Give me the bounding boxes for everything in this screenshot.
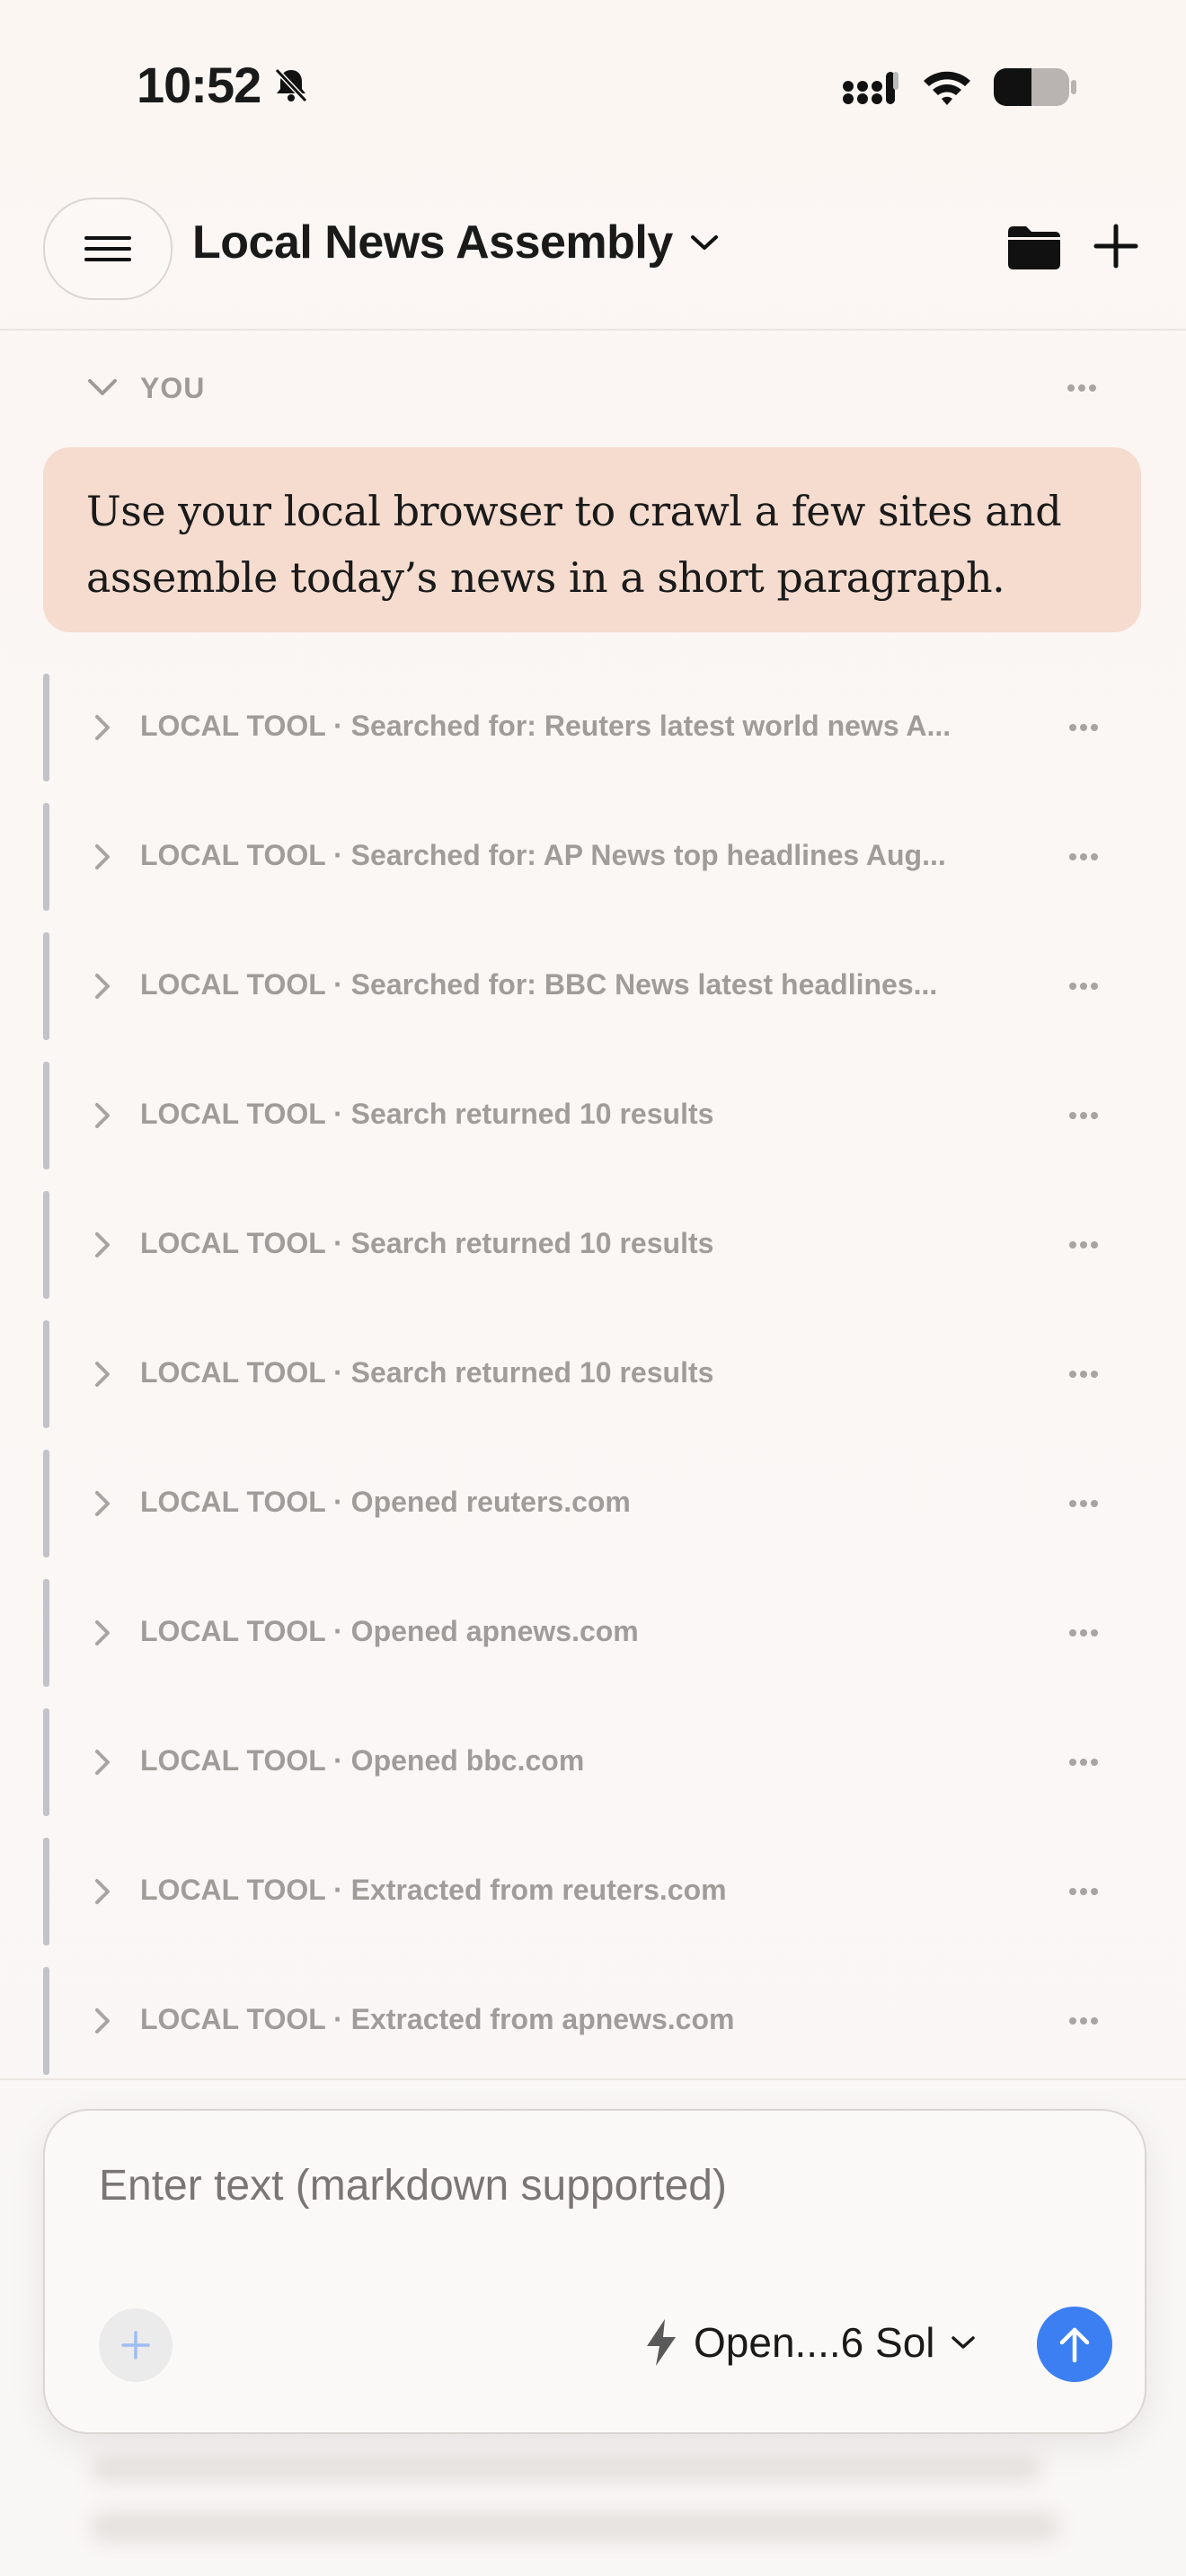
chevron-down-icon <box>951 2336 975 2349</box>
tool-call-row[interactable]: LOCAL TOOL · Search returned 10 results <box>0 1062 1186 1169</box>
tool-call-row[interactable]: LOCAL TOOL · Extracted from apnews.com <box>0 1967 1186 2075</box>
tool-row-indicator <box>43 1967 49 2075</box>
tool-call-row[interactable]: LOCAL TOOL · Searched for: BBC News late… <box>0 932 1186 1040</box>
tool-row-indicator <box>43 1450 49 1557</box>
author-label: YOU <box>140 372 206 404</box>
hamburger-icon <box>84 236 131 261</box>
tool-row-indicator <box>43 1062 49 1169</box>
message-input[interactable]: Enter text (markdown supported) <box>99 2161 727 2210</box>
more-dots-icon[interactable] <box>1067 1110 1100 1121</box>
tool-call-row[interactable]: LOCAL TOOL · Opened reuters.com <box>0 1450 1186 1557</box>
page-title: Local News Assembly <box>192 216 673 269</box>
more-dots-icon[interactable] <box>1067 851 1100 862</box>
chevron-right-icon <box>95 1620 110 1645</box>
divider <box>0 2078 1186 2080</box>
blurred-background-content <box>0 2443 1186 2576</box>
tool-row-indicator <box>43 674 49 781</box>
tool-call-label: LOCAL TOOL · Searched for: Reuters lates… <box>140 710 951 742</box>
more-dots-icon[interactable] <box>1067 2016 1100 2026</box>
chevron-right-icon <box>95 844 110 869</box>
tool-call-label: LOCAL TOOL · Opened bbc.com <box>140 1744 585 1777</box>
model-label: Open....6 Sol <box>694 2319 935 2366</box>
menu-button[interactable] <box>43 198 173 300</box>
lightning-icon <box>647 2319 676 2366</box>
tool-call-label: LOCAL TOOL · Searched for: BBC News late… <box>140 968 938 1001</box>
more-dots-icon[interactable] <box>1067 1886 1100 1897</box>
tool-call-label: LOCAL TOOL · Opened reuters.com <box>140 1486 631 1518</box>
status-time: 10:52 <box>137 57 261 113</box>
chevron-right-icon <box>95 974 110 999</box>
arrow-up-icon <box>1059 2327 1090 2363</box>
plus-icon <box>121 2331 150 2360</box>
tool-call-row[interactable]: LOCAL TOOL · Search returned 10 results <box>0 1320 1186 1428</box>
user-message-text: Use your local browser to crawl a few si… <box>86 478 1098 611</box>
model-selector[interactable]: Open....6 Sol <box>643 2317 977 2368</box>
tool-row-indicator <box>43 1579 49 1687</box>
tool-call-row[interactable]: LOCAL TOOL · Search returned 10 results <box>0 1191 1186 1299</box>
tool-row-indicator <box>43 1320 49 1428</box>
blurred-text-line <box>90 2452 1042 2483</box>
chevron-right-icon <box>95 1103 110 1128</box>
wifi-icon <box>924 71 970 105</box>
message-author-row[interactable]: YOU <box>0 361 1186 415</box>
battery-icon <box>994 68 1076 106</box>
more-dots-icon[interactable] <box>1067 1239 1100 1250</box>
tool-call-row[interactable]: LOCAL TOOL · Searched for: Reuters lates… <box>0 674 1186 781</box>
chevron-right-icon <box>95 1750 110 1775</box>
tool-row-indicator <box>43 1191 49 1299</box>
tool-row-indicator <box>43 803 49 911</box>
cellular-signal-icon <box>843 72 898 104</box>
tool-row-indicator <box>43 1838 49 1945</box>
tool-call-label: LOCAL TOOL · Extracted from reuters.com <box>140 1874 727 1906</box>
attach-button[interactable] <box>99 2308 173 2382</box>
more-dots-icon[interactable] <box>1066 383 1098 393</box>
user-message-bubble: Use your local browser to crawl a few si… <box>43 447 1141 632</box>
tool-row-indicator <box>43 932 49 1040</box>
more-dots-icon[interactable] <box>1067 1757 1100 1768</box>
message-composer: Enter text (markdown supported) Open....… <box>43 2109 1146 2434</box>
more-dots-icon[interactable] <box>1067 1498 1100 1509</box>
tool-call-row[interactable]: LOCAL TOOL · Extracted from reuters.com <box>0 1838 1186 1945</box>
plus-icon[interactable] <box>1093 223 1139 269</box>
tool-call-row[interactable]: LOCAL TOOL · Opened bbc.com <box>0 1708 1186 1816</box>
folder-icon[interactable] <box>1006 225 1062 271</box>
chevron-right-icon <box>95 1232 110 1257</box>
status-bar: 10:52 <box>0 0 1186 171</box>
chevron-right-icon <box>95 1491 110 1516</box>
tool-call-label: LOCAL TOOL · Searched for: AP News top h… <box>140 839 946 871</box>
chevron-right-icon <box>95 2008 110 2033</box>
bell-slash-icon <box>274 67 308 103</box>
app-header: Local News Assembly <box>0 171 1186 331</box>
message-line: Use your local browser to crawl a few si… <box>86 487 1062 535</box>
chevron-down-icon <box>690 235 718 250</box>
more-dots-icon[interactable] <box>1067 981 1100 992</box>
tool-call-label: LOCAL TOOL · Search returned 10 results <box>140 1098 714 1130</box>
conversation-title-dropdown[interactable]: Local News Assembly <box>192 216 720 269</box>
tool-call-label: LOCAL TOOL · Opened apnews.com <box>140 1615 639 1647</box>
chevron-right-icon <box>95 1879 110 1904</box>
more-dots-icon[interactable] <box>1067 1369 1100 1380</box>
chevron-right-icon <box>95 1362 110 1387</box>
tool-call-label: LOCAL TOOL · Search returned 10 results <box>140 1356 714 1389</box>
tool-call-label: LOCAL TOOL · Search returned 10 results <box>140 1227 714 1259</box>
chevron-down-icon <box>88 379 117 395</box>
tool-call-row[interactable]: LOCAL TOOL · Searched for: AP News top h… <box>0 803 1186 911</box>
tool-call-row[interactable]: LOCAL TOOL · Opened apnews.com <box>0 1579 1186 1687</box>
message-line: assemble today’s news in a short paragra… <box>86 553 1005 602</box>
tool-call-label: LOCAL TOOL · Extracted from apnews.com <box>140 2003 735 2035</box>
send-button[interactable] <box>1037 2307 1112 2382</box>
chevron-right-icon <box>95 715 110 740</box>
more-dots-icon[interactable] <box>1067 1628 1100 1638</box>
blurred-text-line <box>90 2511 1060 2542</box>
tool-row-indicator <box>43 1708 49 1816</box>
more-dots-icon[interactable] <box>1067 722 1100 733</box>
